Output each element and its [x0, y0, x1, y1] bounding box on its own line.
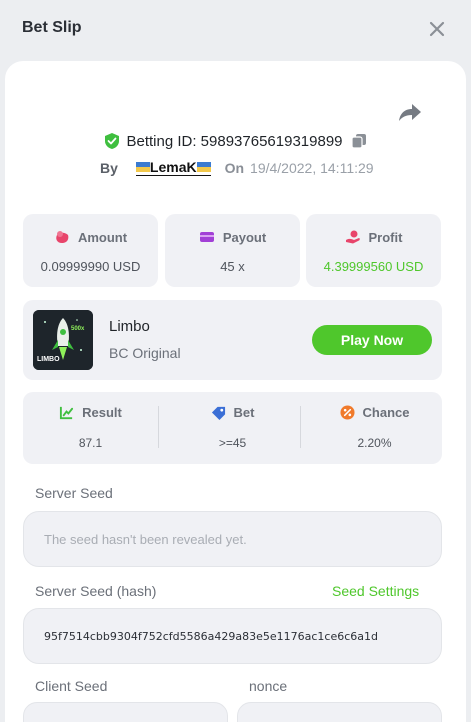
game-card: LIMBO 500x Limbo BC Original Play Now [23, 300, 442, 380]
username-link[interactable]: LemaK [135, 159, 211, 176]
bet-meta-row: By LemaK On 19/4/2022, 14:11:29 [100, 159, 374, 176]
shield-check-icon [105, 133, 120, 149]
amount-label: Amount [77, 229, 128, 245]
result-card: Result 87.1 Bet >=45 Chance 2.20% [23, 392, 442, 464]
chart-growth-icon [60, 406, 74, 420]
chance-column: Chance 2.20% [307, 392, 442, 464]
nonce-field[interactable] [237, 702, 442, 722]
seed-settings-link[interactable]: Seed Settings [332, 583, 419, 599]
flag-icon [196, 162, 211, 172]
betting-id: Betting ID: 59893765619319899 [126, 132, 343, 150]
flag-icon [135, 162, 150, 172]
bet-label: Bet [233, 405, 255, 420]
by-label: By [100, 159, 118, 176]
server-seed-field[interactable] [23, 511, 442, 567]
play-now-button[interactable]: Play Now [312, 325, 432, 355]
profit-card: Profit 4.39999560 USD [306, 214, 441, 287]
close-icon[interactable] [428, 20, 446, 38]
payout-card: Payout 45 x [165, 214, 300, 287]
payout-label: Payout [222, 229, 267, 245]
server-hash-label: Server Seed (hash) [35, 583, 157, 599]
thumb-badge: 500x [71, 326, 85, 332]
bet-column: Bet >=45 [165, 392, 300, 464]
bet-value: >=45 [218, 436, 247, 450]
wallet-icon [199, 232, 214, 242]
server-seed-label: Server Seed [35, 485, 113, 501]
profit-label: Profit [368, 229, 403, 245]
game-thumbnail[interactable]: LIMBO 500x [33, 310, 93, 370]
payout-value: 45 x [220, 259, 245, 274]
divider [158, 406, 159, 448]
hand-coin-icon [345, 230, 360, 244]
tag-icon [211, 406, 225, 420]
amount-value: 0.09999990 USD [40, 259, 141, 274]
game-subtitle: BC Original [109, 345, 181, 361]
divider [300, 406, 301, 448]
result-value: 87.1 [78, 436, 103, 450]
percent-icon [339, 405, 355, 420]
page-title: Bet Slip [22, 19, 82, 36]
on-label: On [224, 159, 245, 176]
bet-slip-header: Bet Slip [0, 0, 471, 60]
username: LemaK [149, 159, 197, 175]
chance-label: Chance [362, 405, 410, 420]
result-column: Result 87.1 [23, 392, 158, 464]
amount-card: Amount 0.09999990 USD [23, 214, 158, 287]
game-name: Limbo [109, 318, 150, 335]
server-hash-field[interactable] [23, 608, 442, 664]
chance-value: 2.20% [357, 436, 392, 450]
copy-icon[interactable] [350, 133, 367, 149]
client-seed-field[interactable] [23, 702, 228, 722]
client-seed-label: Client Seed [35, 678, 108, 694]
money-bag-icon [56, 231, 69, 243]
nonce-label: nonce [249, 678, 288, 694]
result-label: Result [82, 405, 122, 420]
bet-date: 19/4/2022, 14:11:29 [250, 159, 374, 176]
profit-value: 4.39999560 USD [323, 259, 424, 274]
thumb-text: LIMBO [37, 356, 60, 363]
betting-id-row: Betting ID: 59893765619319899 [0, 132, 471, 150]
share-icon[interactable] [398, 101, 422, 123]
